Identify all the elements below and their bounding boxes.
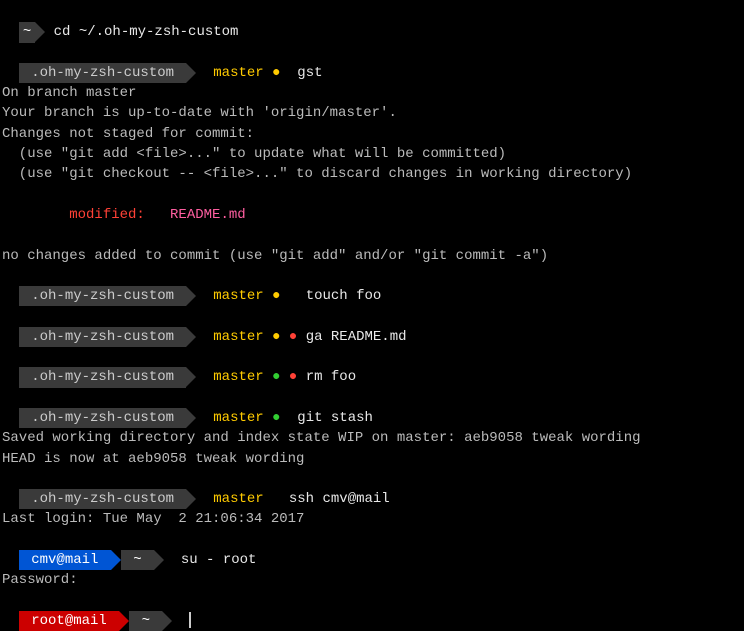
prompt-git-ssh[interactable]: .oh-my-zsh-custom master ssh cmv@mail xyxy=(2,469,742,510)
separator-icon xyxy=(111,550,121,570)
branch-name: master xyxy=(205,369,272,385)
cursor-icon xyxy=(189,612,191,628)
host-seg: cmv@mail xyxy=(19,550,111,570)
blank-line xyxy=(2,225,742,245)
cmd-text: rm foo xyxy=(297,369,356,385)
output-line: Changes not staged for commit: xyxy=(2,124,742,144)
modified-file: README.md xyxy=(170,207,246,223)
tilde-path: ~ xyxy=(133,552,141,568)
output-line: HEAD is now at aeb9058 tweak wording xyxy=(2,449,742,469)
branch-name: master xyxy=(205,65,272,81)
prompt-ssh-user[interactable]: cmv@mail ~ su - root xyxy=(2,530,742,571)
dir-seg: .oh-my-zsh-custom xyxy=(19,286,187,306)
dir-seg: .oh-my-zsh-custom xyxy=(19,327,187,347)
dir-seg: .oh-my-zsh-custom xyxy=(19,489,187,509)
cmd-text: ga README.md xyxy=(297,329,406,345)
output-line: (use "git add <file>..." to update what … xyxy=(2,144,742,164)
blank-line xyxy=(2,185,742,205)
separator-icon xyxy=(186,63,196,83)
separator-icon xyxy=(35,22,45,42)
separator-icon xyxy=(186,367,196,387)
output-line: (use "git checkout -- <file>..." to disc… xyxy=(2,164,742,184)
prompt-git-touch[interactable]: .oh-my-zsh-custom master ● touch foo xyxy=(2,266,742,307)
cmd-text: su - root xyxy=(164,552,256,568)
cmd-text: ssh cmv@mail xyxy=(272,491,390,507)
host-seg: root@mail xyxy=(19,611,119,631)
status-dot-icon: ● xyxy=(280,369,297,385)
prompt-git-ga[interactable]: .oh-my-zsh-custom master ● ● ga README.m… xyxy=(2,306,742,347)
branch-name: master xyxy=(205,410,272,426)
cmd-text: touch foo xyxy=(280,288,381,304)
branch-name: master xyxy=(205,491,272,507)
modified-label: modified: xyxy=(2,207,170,223)
dir-seg: .oh-my-zsh-custom xyxy=(19,63,187,83)
branch-icon xyxy=(196,491,204,507)
separator-icon xyxy=(186,327,196,347)
separator-icon xyxy=(162,611,172,631)
output-line: Your branch is up-to-date with 'origin/m… xyxy=(2,103,742,123)
output-modified: modified: README.md xyxy=(2,205,742,225)
dir-seg: .oh-my-zsh-custom xyxy=(19,367,187,387)
output-line: no changes added to commit (use "git add… xyxy=(2,246,742,266)
separator-icon xyxy=(186,286,196,306)
tilde-path: ~ xyxy=(142,613,150,629)
branch-icon xyxy=(196,288,204,304)
tilde-path: ~ xyxy=(23,24,31,40)
separator-icon xyxy=(119,611,129,631)
output-line: Password: xyxy=(2,570,742,590)
branch-icon xyxy=(196,65,204,81)
branch-name: master xyxy=(205,288,272,304)
prompt-git-gst[interactable]: .oh-my-zsh-custom master ● gst xyxy=(2,43,742,84)
prompt-ssh-root[interactable]: root@mail ~ xyxy=(2,591,742,631)
status-dot-icon: ● xyxy=(280,329,297,345)
cmd-text xyxy=(172,613,189,629)
branch-icon xyxy=(196,410,204,426)
prompt-git-rm[interactable]: .oh-my-zsh-custom master ● ● rm foo xyxy=(2,347,742,388)
separator-icon xyxy=(186,489,196,509)
branch-icon xyxy=(196,329,204,345)
separator-icon xyxy=(186,408,196,428)
cmd-text: gst xyxy=(280,65,322,81)
prompt-home[interactable]: ~ cd ~/.oh-my-zsh-custom xyxy=(2,2,742,43)
separator-icon xyxy=(154,550,164,570)
prompt-git-stash[interactable]: .oh-my-zsh-custom master ● git stash xyxy=(2,388,742,429)
dir-seg: .oh-my-zsh-custom xyxy=(19,408,187,428)
branch-name: master xyxy=(205,329,272,345)
branch-icon xyxy=(196,369,204,385)
output-line: Saved working directory and index state … xyxy=(2,428,742,448)
output-line: On branch master xyxy=(2,83,742,103)
output-line: Last login: Tue May 2 21:06:34 2017 xyxy=(2,509,742,529)
cmd-text: cd ~/.oh-my-zsh-custom xyxy=(45,24,238,40)
cmd-text: git stash xyxy=(280,410,372,426)
